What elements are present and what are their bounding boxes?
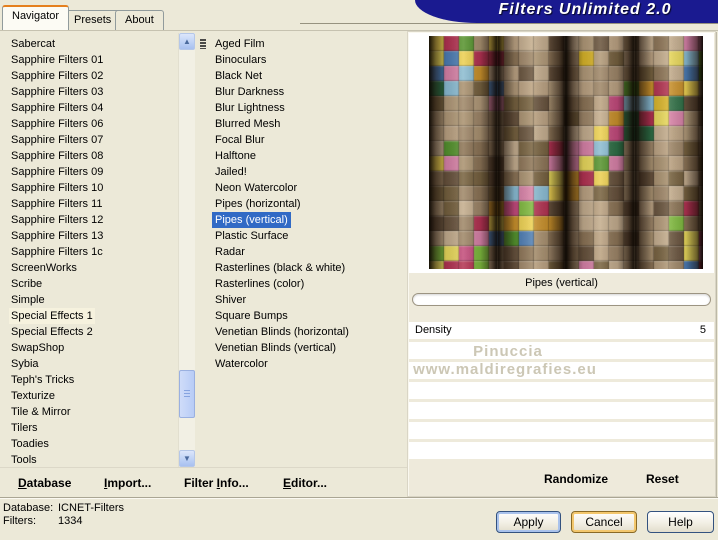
category-item[interactable]: Tile & Mirror xyxy=(4,404,176,420)
category-item[interactable]: Sapphire Filters 03 xyxy=(4,84,176,100)
render-progressbar xyxy=(412,293,711,306)
filter-item[interactable]: Halftone xyxy=(198,148,404,164)
category-item[interactable]: Sybia xyxy=(4,356,176,372)
app-title: Filters Unlimited 2.0 xyxy=(498,1,672,18)
param-name: Density xyxy=(415,324,452,336)
panel-action-row: Randomize Reset xyxy=(408,463,715,496)
filter-item[interactable]: Blur Darkness xyxy=(198,84,404,100)
filters-value: 1334 xyxy=(58,515,83,527)
tab-navigator[interactable]: Navigator xyxy=(2,5,70,30)
tab-presets[interactable]: Presets xyxy=(64,10,122,30)
filter-item[interactable]: Binoculars xyxy=(198,52,404,68)
scrollbar-thumb[interactable] xyxy=(179,370,195,418)
empty-param-row xyxy=(409,362,714,379)
category-item[interactable]: Texturize xyxy=(4,388,176,404)
filter-item[interactable]: Square Bumps xyxy=(198,308,404,324)
empty-param-row xyxy=(409,402,714,419)
tab-about[interactable]: About xyxy=(115,10,164,30)
cancel-button[interactable]: Cancel xyxy=(571,511,637,533)
filters-label: Filters: xyxy=(3,515,36,527)
filter-list: Aged Film Binoculars Black Net Blur Darknes… xyxy=(198,36,404,372)
filter-item[interactable]: Focal Blur xyxy=(198,132,404,148)
category-item[interactable]: Sapphire Filters 1c xyxy=(4,244,176,260)
filter-item[interactable]: Plastic Surface xyxy=(198,228,404,244)
category-item[interactable]: Special Effects 1 xyxy=(4,308,176,324)
filter-info-button[interactable]: Filter Info... xyxy=(184,476,249,490)
category-list: Sabercat Sapphire Filters 01 Sapphire Filt… xyxy=(4,36,176,468)
filters-unlimited-window: Navigator Presets About Filters Unlimite… xyxy=(0,0,718,540)
import-button[interactable]: Import... xyxy=(104,476,151,490)
editor-button[interactable]: Editor... xyxy=(283,476,327,490)
empty-param-row xyxy=(409,382,714,399)
category-item[interactable]: ScreenWorks xyxy=(4,260,176,276)
filter-item[interactable]: Venetian Blinds (horizontal) xyxy=(198,324,404,340)
category-item[interactable]: Sapphire Filters 10 xyxy=(4,180,176,196)
preview-matte xyxy=(409,33,714,273)
category-item[interactable]: Sapphire Filters 07 xyxy=(4,132,176,148)
category-scrollbar[interactable]: ▲ ▼ xyxy=(178,33,195,467)
category-item[interactable]: Sapphire Filters 02 xyxy=(4,68,176,84)
filter-item[interactable]: Pipes (vertical) xyxy=(198,212,404,228)
scroll-up-icon[interactable]: ▲ xyxy=(179,33,195,50)
filter-item[interactable]: Rasterlines (black & white) xyxy=(198,260,404,276)
filter-item[interactable]: Black Net xyxy=(198,68,404,84)
database-label: Database: xyxy=(3,502,54,514)
database-button[interactable]: Database xyxy=(18,476,71,490)
category-item[interactable]: SwapShop xyxy=(4,340,176,356)
scrollbar-grip-icon xyxy=(184,390,190,398)
category-item[interactable]: Sapphire Filters 06 xyxy=(4,116,176,132)
category-item[interactable]: Sapphire Filters 13 xyxy=(4,228,176,244)
menu-strip: Database Import... Filter Info... Editor... xyxy=(0,467,407,498)
filter-item[interactable]: Blurred Mesh xyxy=(198,116,404,132)
filter-item[interactable]: Jailed! xyxy=(198,164,404,180)
preview-image[interactable] xyxy=(429,36,703,269)
status-bar: Database: ICNET-Filters Filters: 1334 Ap… xyxy=(0,497,718,540)
empty-param-row xyxy=(409,342,714,359)
title-banner: Filters Unlimited 2.0 xyxy=(415,0,718,23)
category-item[interactable]: Teph's Tricks xyxy=(4,372,176,388)
param-value: 5 xyxy=(699,324,706,336)
list-grip-icon xyxy=(200,39,206,49)
category-item[interactable]: Sapphire Filters 09 xyxy=(4,164,176,180)
filter-item[interactable]: Aged Film xyxy=(198,36,404,52)
database-value: ICNET-Filters xyxy=(58,502,124,514)
filter-item[interactable]: Venetian Blinds (vertical) xyxy=(198,340,404,356)
apply-button[interactable]: Apply xyxy=(496,511,561,533)
preview-panel: Pipes (vertical) Density 5 Pinuccia www.… xyxy=(407,31,716,497)
title-banner-strip: Filters Unlimited 2.0 xyxy=(300,0,718,24)
category-item[interactable]: Sabercat xyxy=(4,36,176,52)
scroll-down-icon[interactable]: ▼ xyxy=(179,450,195,467)
category-item[interactable]: Tools xyxy=(4,452,176,468)
filter-item[interactable]: Shiver xyxy=(198,292,404,308)
empty-param-row xyxy=(409,422,714,439)
category-item[interactable]: Sapphire Filters 01 xyxy=(4,52,176,68)
filter-item[interactable]: Neon Watercolor xyxy=(198,180,404,196)
category-item[interactable]: Sapphire Filters 04 xyxy=(4,100,176,116)
category-item[interactable]: Sapphire Filters 08 xyxy=(4,148,176,164)
filter-item[interactable]: Pipes (horizontal) xyxy=(198,196,404,212)
category-item[interactable]: Simple xyxy=(4,292,176,308)
category-item[interactable]: Special Effects 2 xyxy=(4,324,176,340)
category-item[interactable]: Scribe xyxy=(4,276,176,292)
param-slider-density[interactable]: Density 5 xyxy=(409,322,714,339)
category-item[interactable]: Sapphire Filters 11 xyxy=(4,196,176,212)
filter-item[interactable]: Watercolor xyxy=(198,356,404,372)
preview-filter-title: Pipes (vertical) xyxy=(525,277,598,289)
randomize-button[interactable]: Randomize xyxy=(544,472,608,486)
filter-item[interactable]: Radar xyxy=(198,244,404,260)
category-item[interactable]: Sapphire Filters 12 xyxy=(4,212,176,228)
category-item[interactable]: Toadies xyxy=(4,436,176,452)
empty-param-row xyxy=(409,442,714,459)
filter-item[interactable]: Blur Lightness xyxy=(198,100,404,116)
help-button[interactable]: Help xyxy=(647,511,714,533)
filter-item[interactable]: Rasterlines (color) xyxy=(198,276,404,292)
category-item[interactable]: Tilers xyxy=(4,420,176,436)
reset-button[interactable]: Reset xyxy=(646,472,679,486)
